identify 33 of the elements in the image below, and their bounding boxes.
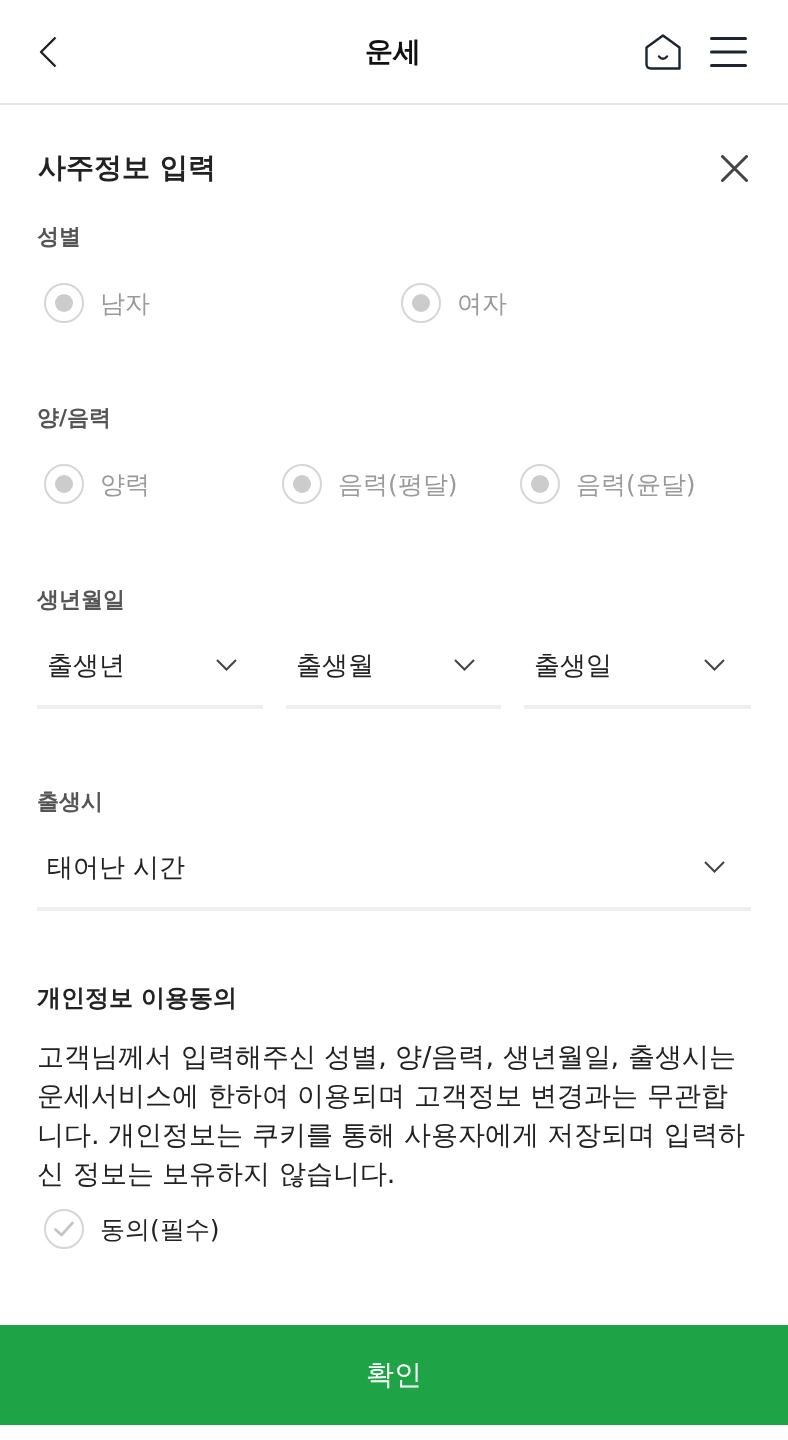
confirm-button[interactable]: 확인 xyxy=(0,1325,788,1425)
home-icon[interactable] xyxy=(645,33,681,70)
close-icon[interactable] xyxy=(721,154,748,182)
chevron-down-icon xyxy=(216,659,237,671)
menu-icon[interactable] xyxy=(710,36,747,67)
checkbox-icon[interactable] xyxy=(44,1209,84,1249)
radio-option[interactable]: 음력(윤달) xyxy=(513,462,696,506)
radio-option[interactable]: 음력(평달) xyxy=(275,462,458,506)
dropdown-field[interactable]: 출생년 xyxy=(37,633,263,709)
field-label: 출생시 xyxy=(37,788,104,816)
field-label: 양/음력 xyxy=(37,404,113,432)
consent-text: 고객님께서 입력해주신 성별, 양/음력, 생년월일, 출생시는 운세서비스에 한하여 이용되며 고객정보 변경과는 무관합니다. 개인정보는 쿠키를 통해 사용자에게 저장되며 입력하신 정보는 보유하지 않습니다. xyxy=(37,1040,747,1191)
dropdown-field[interactable]: 태어난 시간 xyxy=(37,835,751,911)
panel-title: 사주정보 입력 xyxy=(38,150,216,186)
radio-option[interactable]: 양력 xyxy=(37,462,150,506)
radio-icon[interactable] xyxy=(520,464,560,504)
field-label: 성별 xyxy=(37,223,82,251)
radio-icon[interactable] xyxy=(282,464,322,504)
back-icon[interactable] xyxy=(39,35,57,68)
radio-icon[interactable] xyxy=(44,283,84,323)
radio-option[interactable]: 여자 xyxy=(394,281,507,325)
consent-checkbox[interactable]: 동의(필수) xyxy=(37,1209,220,1249)
dropdown-field[interactable]: 출생월 xyxy=(286,633,501,709)
chevron-down-icon xyxy=(704,659,725,671)
radio-icon[interactable] xyxy=(44,464,84,504)
radio-icon[interactable] xyxy=(401,283,441,323)
page-title: 운세 xyxy=(365,33,421,70)
section-title: 개인정보 이용동의 xyxy=(37,983,239,1014)
radio-option[interactable]: 남자 xyxy=(37,281,150,325)
field-label: 생년월일 xyxy=(37,586,126,614)
chevron-down-icon xyxy=(454,659,475,671)
chevron-down-icon xyxy=(704,861,725,873)
dropdown-field[interactable]: 출생일 xyxy=(524,633,751,709)
